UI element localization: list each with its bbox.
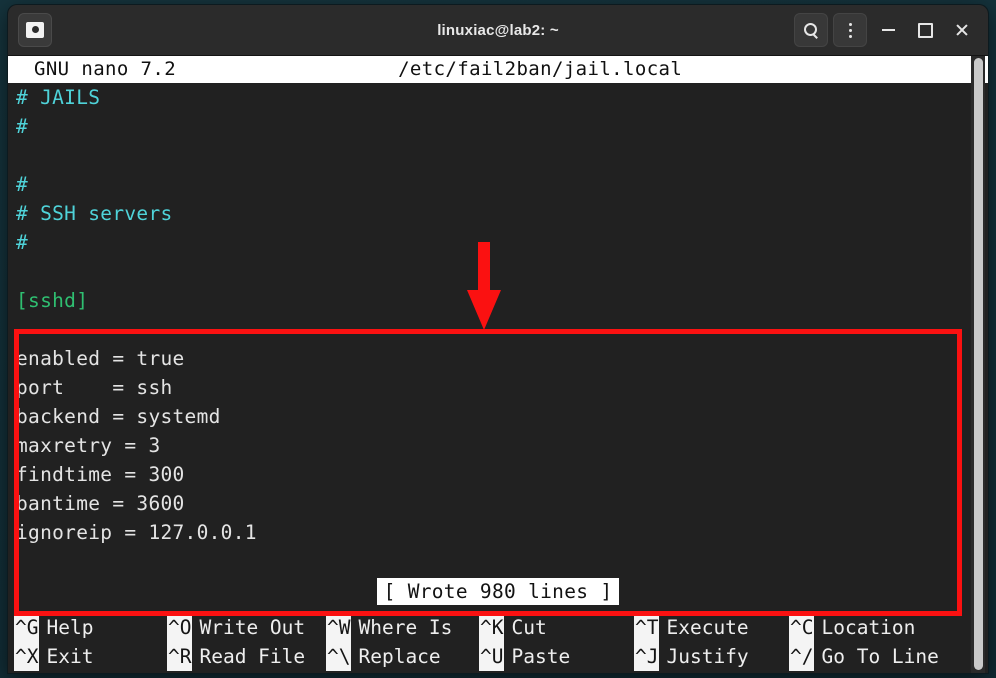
shortcut-label: Write Out — [199, 616, 306, 639]
close-button[interactable] — [946, 13, 978, 47]
shortcut-label: Where Is — [358, 616, 453, 639]
shortcut-label: Location — [821, 616, 916, 639]
minimize-button[interactable] — [872, 13, 904, 47]
maximize-icon — [917, 22, 933, 38]
editor-line: # JAILS — [16, 86, 101, 109]
nano-editor-area[interactable]: # JAILS # # # SSH servers # [sshd] enabled = t… — [8, 83, 988, 673]
editor-line: # — [16, 115, 29, 138]
shortcut-key: ^T — [634, 613, 660, 642]
shortcut-key: ^\ — [326, 642, 352, 671]
shortcut-exit[interactable]: ^X Exit — [14, 642, 167, 671]
editor-line: [sshd] — [16, 289, 89, 312]
shortcut-key: ^X — [14, 642, 40, 671]
editor-line: ignoreip = 127.0.0.1 — [16, 521, 257, 544]
shortcut-label: Help — [46, 616, 94, 639]
editor-blank-line — [8, 257, 988, 286]
terminal-scrollbar-track[interactable] — [971, 56, 985, 673]
shortcut-replace[interactable]: ^\ Replace — [326, 642, 479, 671]
shortcut-help[interactable]: ^G Help — [14, 613, 167, 642]
shortcut-row-2: ^X Exit ^R Read File ^\ Replace ^U Paste ^J Justi… — [14, 642, 988, 671]
editor-line: maxretry = 3 — [16, 434, 161, 457]
maximize-button[interactable] — [909, 13, 941, 47]
shortcut-label: Cut — [511, 616, 547, 639]
window-titlebar[interactable]: linuxiac@lab2: ~ — [8, 5, 988, 56]
shortcut-key: ^R — [167, 642, 193, 671]
nano-version-label: GNU nano 7.2 — [34, 58, 177, 80]
shortcut-label: Replace — [358, 645, 441, 668]
shortcut-paste[interactable]: ^U Paste — [479, 642, 634, 671]
search-button[interactable] — [794, 13, 828, 47]
terminal-scrollbar-thumb[interactable] — [974, 58, 983, 670]
shortcut-label: Paste — [511, 645, 571, 668]
shortcut-location[interactable]: ^C Location — [789, 613, 915, 642]
shortcut-key: ^/ — [789, 642, 815, 671]
shortcut-key: ^K — [479, 613, 505, 642]
shortcut-label: Justify — [666, 645, 749, 668]
shortcut-key: ^J — [634, 642, 660, 671]
editor-line: bantime = 3600 — [16, 492, 185, 515]
shortcut-cut[interactable]: ^K Cut — [479, 613, 634, 642]
terminal-content[interactable]: GNU nano 7.2/etc/fail2ban/jail.local # J… — [8, 56, 988, 673]
menu-button[interactable] — [833, 13, 867, 47]
close-icon — [955, 23, 969, 37]
terminal-window: linuxiac@lab2: ~ GNU nano 7.2/etc/fail2b… — [8, 5, 988, 673]
shortcut-key: ^U — [479, 642, 505, 671]
shortcut-key: ^W — [326, 613, 352, 642]
shortcut-label: Go To Line — [821, 645, 939, 668]
titlebar-right-group — [794, 13, 978, 47]
editor-line: findtime = 300 — [16, 463, 185, 486]
nano-shortcut-bar: ^G Help ^O Write Out ^W Where Is ^K Cut ^T Execut… — [8, 613, 988, 673]
terminal-icon-glyph — [26, 22, 44, 38]
editor-blank-line — [8, 315, 988, 344]
shortcut-row-1: ^G Help ^O Write Out ^W Where Is ^K Cut ^T Execut… — [14, 613, 988, 642]
editor-line: # SSH servers — [16, 202, 173, 225]
shortcut-go-to-line[interactable]: ^/ Go To Line — [789, 642, 939, 671]
shortcut-write-out[interactable]: ^O Write Out — [167, 613, 326, 642]
editor-line: # — [16, 173, 29, 196]
shortcut-read-file[interactable]: ^R Read File — [167, 642, 326, 671]
shortcut-label: Exit — [46, 645, 94, 668]
editor-blank-line — [8, 141, 988, 170]
shortcut-where-is[interactable]: ^W Where Is — [326, 613, 479, 642]
shortcut-key: ^O — [167, 613, 193, 642]
editor-line: # — [16, 231, 29, 254]
nano-header-bar: GNU nano 7.2/etc/fail2ban/jail.local — [8, 56, 988, 83]
editor-line: enabled = true — [16, 347, 185, 370]
shortcut-label: Read File — [199, 645, 306, 668]
editor-line: port = ssh — [16, 376, 173, 399]
search-icon — [803, 22, 819, 38]
editor-line: backend = systemd — [16, 405, 221, 428]
minimize-icon — [881, 29, 895, 31]
shortcut-label: Execute — [666, 616, 749, 639]
shortcut-execute[interactable]: ^T Execute — [634, 613, 789, 642]
shortcut-key: ^G — [14, 613, 40, 642]
titlebar-left-group — [18, 13, 52, 47]
shortcut-key: ^C — [789, 613, 815, 642]
nano-file-path: /etc/fail2ban/jail.local — [398, 58, 683, 80]
terminal-icon[interactable] — [18, 13, 52, 47]
shortcut-justify[interactable]: ^J Justify — [634, 642, 789, 671]
kebab-menu-icon — [848, 22, 852, 38]
